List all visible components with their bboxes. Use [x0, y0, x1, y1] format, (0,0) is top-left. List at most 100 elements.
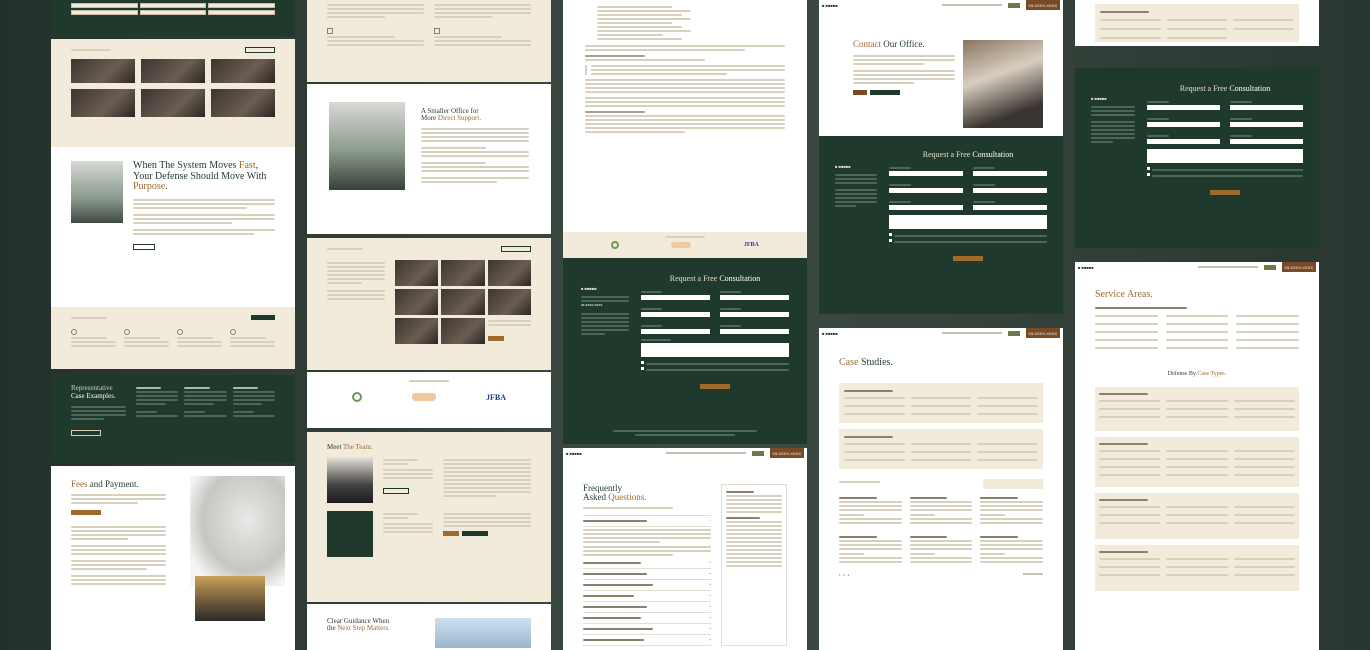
site-logo[interactable]: ■ ■■■■■ — [1078, 265, 1094, 270]
gallery-photo — [211, 89, 275, 117]
case-type-box[interactable] — [1095, 386, 1299, 431]
form-input[interactable] — [889, 171, 963, 176]
phone-button[interactable]: 03-XXXX-XXXX — [769, 448, 804, 458]
submit-button[interactable] — [1210, 190, 1240, 195]
case-type-box[interactable] — [1095, 436, 1299, 487]
form-input[interactable] — [889, 188, 963, 193]
nav-links[interactable] — [665, 452, 746, 454]
faq-item[interactable]: + — [583, 580, 711, 591]
form-input[interactable] — [720, 312, 789, 317]
form-select[interactable] — [1230, 139, 1303, 144]
view-more-button[interactable] — [501, 246, 531, 252]
case-card[interactable] — [839, 495, 902, 526]
consent-checkbox[interactable] — [889, 233, 892, 236]
faq-item-open[interactable]: − — [583, 516, 711, 527]
form-input[interactable] — [1230, 122, 1303, 127]
tag-item[interactable] — [71, 10, 138, 15]
form-input[interactable] — [1147, 105, 1220, 110]
form-button[interactable] — [870, 90, 900, 96]
tag-item[interactable] — [208, 10, 275, 15]
faq-item[interactable]: + — [583, 635, 711, 646]
tag-item[interactable] — [139, 3, 207, 8]
form-input[interactable] — [641, 295, 710, 300]
attorney-photo-placeholder — [327, 511, 373, 558]
gallery-photo — [487, 260, 531, 286]
form-select[interactable] — [889, 205, 963, 210]
faq-item[interactable]: + — [583, 624, 711, 635]
case-type-box[interactable] — [1095, 544, 1299, 591]
form-input[interactable] — [641, 312, 710, 317]
next-link[interactable] — [1023, 572, 1043, 575]
form-input[interactable] — [1147, 122, 1220, 127]
consent-checkbox[interactable] — [641, 367, 644, 370]
form-select[interactable] — [720, 329, 789, 334]
case-card[interactable] — [980, 534, 1043, 565]
phone-button[interactable]: 03-XXXX-XXXX — [1025, 328, 1060, 338]
faq-item[interactable]: + — [583, 591, 711, 602]
case-card[interactable] — [839, 534, 902, 565]
form-select[interactable] — [641, 329, 710, 334]
case-card[interactable] — [909, 495, 973, 526]
sort-box[interactable] — [983, 478, 1043, 489]
fees-button[interactable] — [71, 510, 101, 516]
form-input[interactable] — [720, 295, 789, 300]
form-message[interactable] — [1147, 149, 1303, 163]
faq-page: ■ ■■■■■ 03-XXXX-XXXX Frequently Asked Qu… — [563, 448, 807, 650]
nav-cta[interactable] — [1007, 330, 1020, 336]
tag-item[interactable] — [71, 3, 138, 8]
train-photo — [329, 102, 405, 190]
site-logo[interactable]: ■ ■■■■■ — [822, 3, 838, 8]
badge-logo — [671, 242, 692, 248]
nav-cta[interactable] — [1007, 2, 1020, 8]
form-message[interactable] — [641, 343, 789, 357]
feature-icon — [230, 329, 236, 335]
submit-button[interactable] — [700, 384, 730, 389]
badges-section: JFBA — [307, 372, 551, 428]
form-select[interactable] — [973, 205, 1047, 210]
tag-item[interactable] — [139, 10, 207, 15]
nav-links[interactable] — [941, 4, 1002, 6]
form-select[interactable] — [1147, 139, 1220, 144]
pagination[interactable]: 1 · 2 · 3 — [839, 573, 849, 577]
contact-button[interactable] — [443, 531, 459, 537]
learn-more-button[interactable] — [133, 243, 155, 250]
tag-item[interactable] — [208, 3, 275, 8]
badge-logo — [412, 393, 436, 401]
form-input[interactable] — [1230, 105, 1303, 110]
team-section: Meet The Team. — [307, 432, 551, 602]
consent-checkbox[interactable] — [1147, 173, 1150, 176]
gallery-photo — [141, 89, 205, 117]
faq-item[interactable]: + — [583, 613, 711, 624]
submit-button[interactable] — [953, 256, 983, 261]
consent-checkbox[interactable] — [641, 361, 644, 364]
site-logo[interactable]: ■ ■■■■■ — [822, 331, 838, 336]
phone-button[interactable]: 03-XXXX-XXXX — [1025, 0, 1060, 10]
consultation-section: ■ ■■■■■ Request a Free Consultation — [1075, 68, 1319, 248]
consult-button[interactable] — [462, 531, 488, 537]
case-card[interactable] — [980, 495, 1043, 526]
features-button[interactable] — [251, 315, 275, 320]
nav-links[interactable] — [941, 332, 1002, 334]
nav-links[interactable] — [1197, 266, 1258, 268]
view-more-button[interactable] — [245, 47, 275, 53]
view-cases-button[interactable] — [71, 430, 101, 437]
consent-checkbox[interactable] — [889, 239, 892, 242]
phone-button[interactable]: 03-XXXX-XXXX — [1281, 262, 1316, 272]
form-input[interactable] — [973, 171, 1047, 176]
call-button[interactable] — [853, 90, 867, 96]
faq-item[interactable]: + — [583, 558, 711, 569]
case-card[interactable] — [909, 534, 973, 565]
profile-button[interactable] — [383, 488, 409, 495]
faq-item[interactable]: + — [583, 602, 711, 613]
form-input[interactable] — [973, 188, 1047, 193]
more-button[interactable] — [487, 336, 504, 341]
case-type-box[interactable] — [1095, 492, 1299, 539]
nav-cta[interactable] — [1263, 264, 1276, 270]
form-message[interactable] — [889, 215, 1047, 229]
nav-cta[interactable] — [751, 450, 764, 456]
footer-logo: ■ ■■■■■ — [835, 164, 851, 169]
faq-item[interactable]: + — [583, 569, 711, 580]
consent-checkbox[interactable] — [1147, 167, 1150, 170]
site-logo[interactable]: ■ ■■■■■ — [566, 451, 582, 456]
gallery-photo — [71, 89, 135, 117]
